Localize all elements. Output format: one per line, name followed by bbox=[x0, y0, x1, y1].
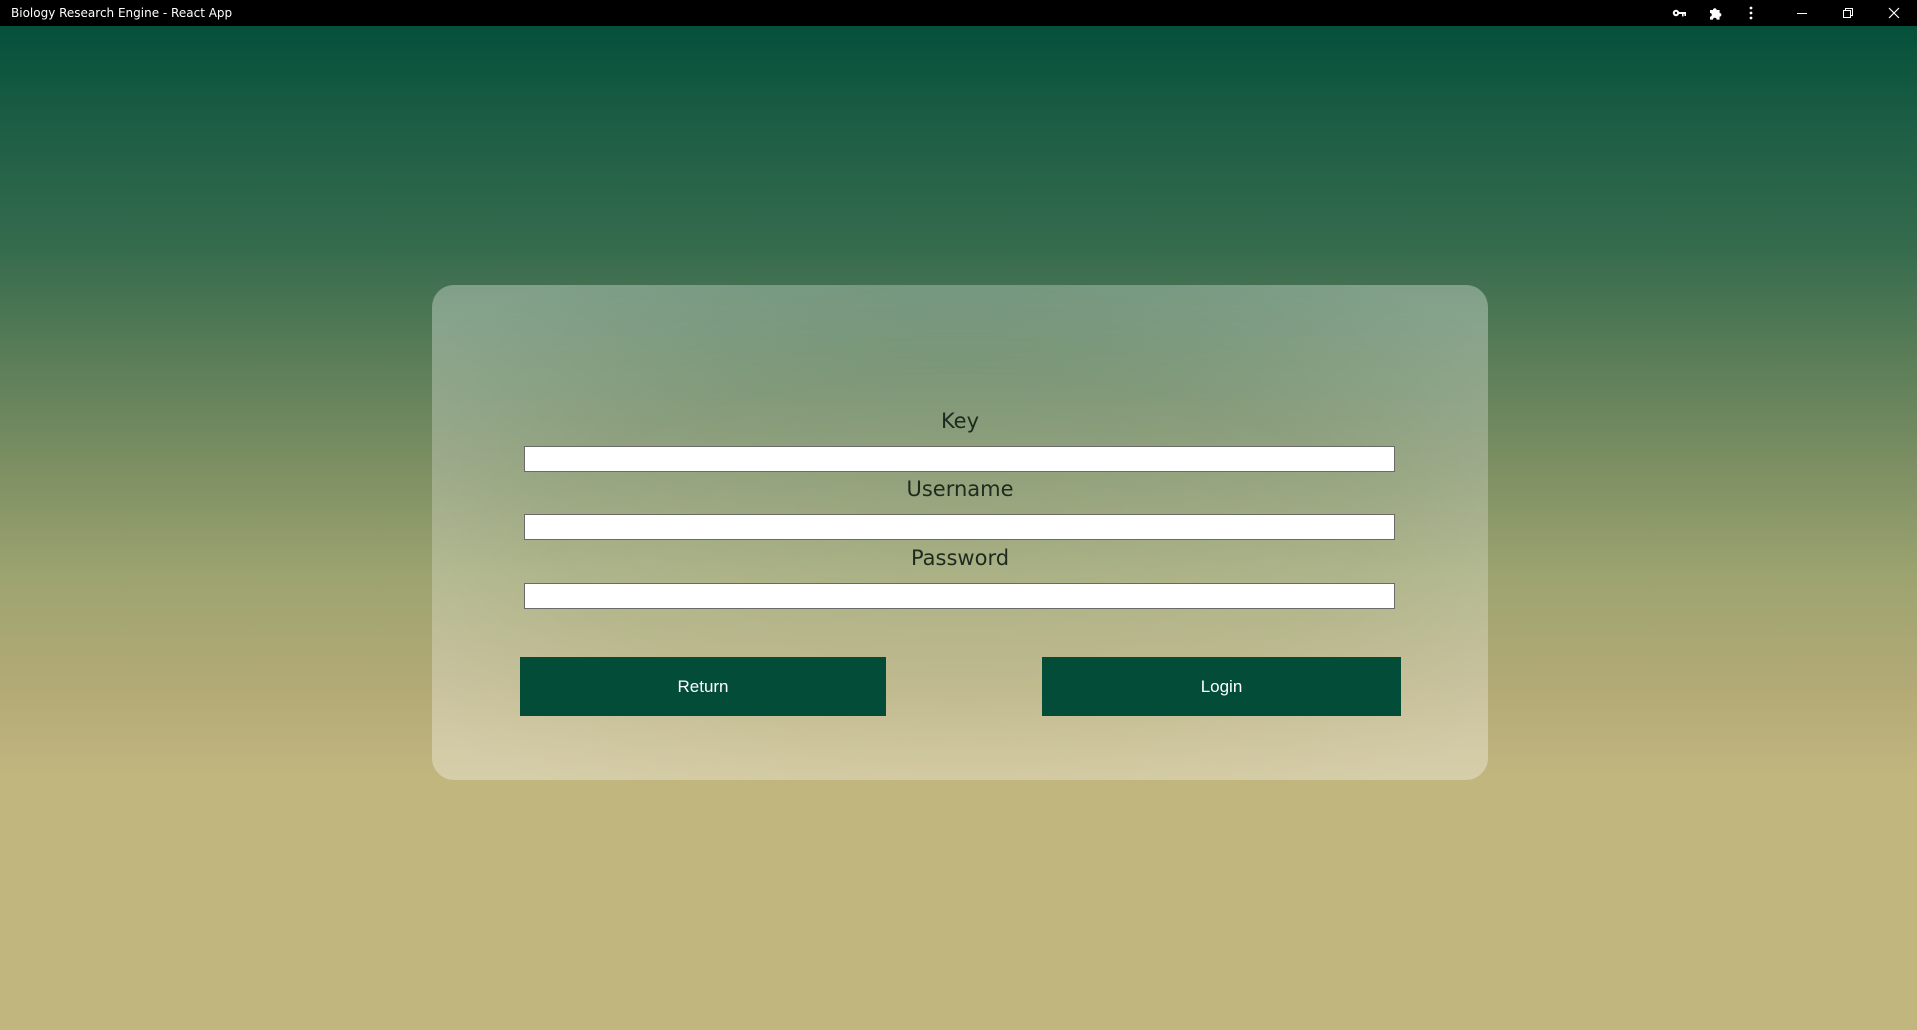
puzzle-extension-icon[interactable] bbox=[1697, 0, 1733, 26]
key-input[interactable] bbox=[524, 446, 1395, 472]
login-button[interactable]: Login bbox=[1042, 657, 1401, 716]
window-title: Biology Research Engine - React App bbox=[11, 6, 233, 20]
restore-icon[interactable] bbox=[1825, 0, 1871, 26]
key-label: Key bbox=[940, 409, 980, 433]
login-card: Key Username Password Return Login bbox=[432, 285, 1488, 780]
page-background: Key Username Password Return Login bbox=[0, 26, 1917, 1030]
title-bar-controls bbox=[1661, 0, 1917, 26]
key-icon[interactable] bbox=[1661, 0, 1697, 26]
return-button[interactable]: Return bbox=[520, 657, 886, 716]
password-input[interactable] bbox=[524, 583, 1395, 609]
app-window: Biology Research Engine - React App Key … bbox=[0, 0, 1917, 1030]
close-icon[interactable] bbox=[1871, 0, 1917, 26]
password-label: Password bbox=[910, 546, 1010, 570]
title-bar: Biology Research Engine - React App bbox=[0, 0, 1917, 26]
username-input[interactable] bbox=[524, 514, 1395, 540]
username-label: Username bbox=[906, 477, 1014, 501]
minimize-icon[interactable] bbox=[1779, 0, 1825, 26]
more-vertical-icon[interactable] bbox=[1733, 0, 1769, 26]
